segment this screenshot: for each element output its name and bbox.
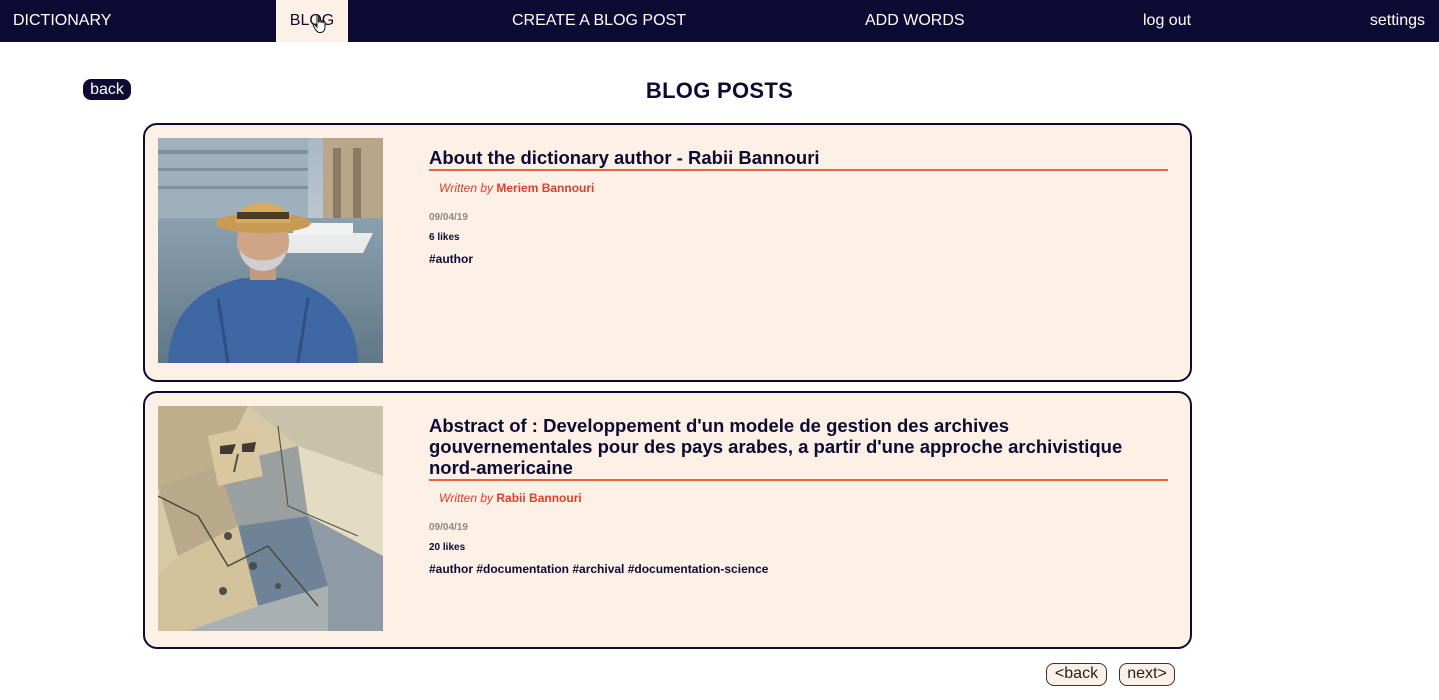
post-tags[interactable]: #author #documentation #archival #docume… <box>429 562 1168 576</box>
blog-post-card: About the dictionary author - Rabii Bann… <box>143 123 1192 382</box>
post-thumbnail-cubist-painting[interactable] <box>158 406 383 631</box>
post-thumbnail-author-photo[interactable] <box>158 138 383 363</box>
page-footer-background <box>0 650 1439 700</box>
post-title[interactable]: Abstract of : Developpement d'un modele … <box>429 415 1168 481</box>
nav-settings[interactable]: settings <box>1370 0 1425 42</box>
author-portrait-image <box>158 138 383 363</box>
pagination-back-button[interactable]: <back <box>1046 663 1107 686</box>
post-content: Abstract of : Developpement d'un modele … <box>429 415 1168 576</box>
top-navigation: DICTIONARY BLOG CREATE A BLOG POST ADD W… <box>0 0 1439 42</box>
post-author[interactable]: Rabii Bannouri <box>496 491 581 505</box>
post-author[interactable]: Meriem Bannouri <box>496 181 594 195</box>
written-by-label: Written by <box>439 491 494 505</box>
blog-post-card: Abstract of : Developpement d'un modele … <box>143 391 1192 649</box>
page-title: BLOG POSTS <box>645 78 794 103</box>
post-date: 09/04/19 <box>429 212 468 223</box>
post-byline: Written by Meriem Bannouri <box>439 181 1168 195</box>
nav-dictionary[interactable]: DICTIONARY <box>13 0 111 42</box>
written-by-label: Written by <box>439 181 494 195</box>
post-date: 09/04/19 <box>429 522 468 533</box>
nav-add-words[interactable]: ADD WORDS <box>865 0 965 42</box>
post-tags[interactable]: #author <box>429 252 1168 266</box>
nav-blog[interactable]: BLOG <box>276 0 348 42</box>
post-byline: Written by Rabii Bannouri <box>439 491 1168 505</box>
post-title[interactable]: About the dictionary author - Rabii Bann… <box>429 147 1168 171</box>
post-likes: 20 likes <box>429 542 466 553</box>
post-likes: 6 likes <box>429 232 460 243</box>
cubist-painting-image <box>158 406 383 631</box>
pagination-next-button[interactable]: next> <box>1119 663 1175 686</box>
nav-log-out[interactable]: log out <box>1143 0 1191 42</box>
nav-create-blog-post[interactable]: CREATE A BLOG POST <box>512 0 686 42</box>
post-content: About the dictionary author - Rabii Bann… <box>429 147 1168 266</box>
